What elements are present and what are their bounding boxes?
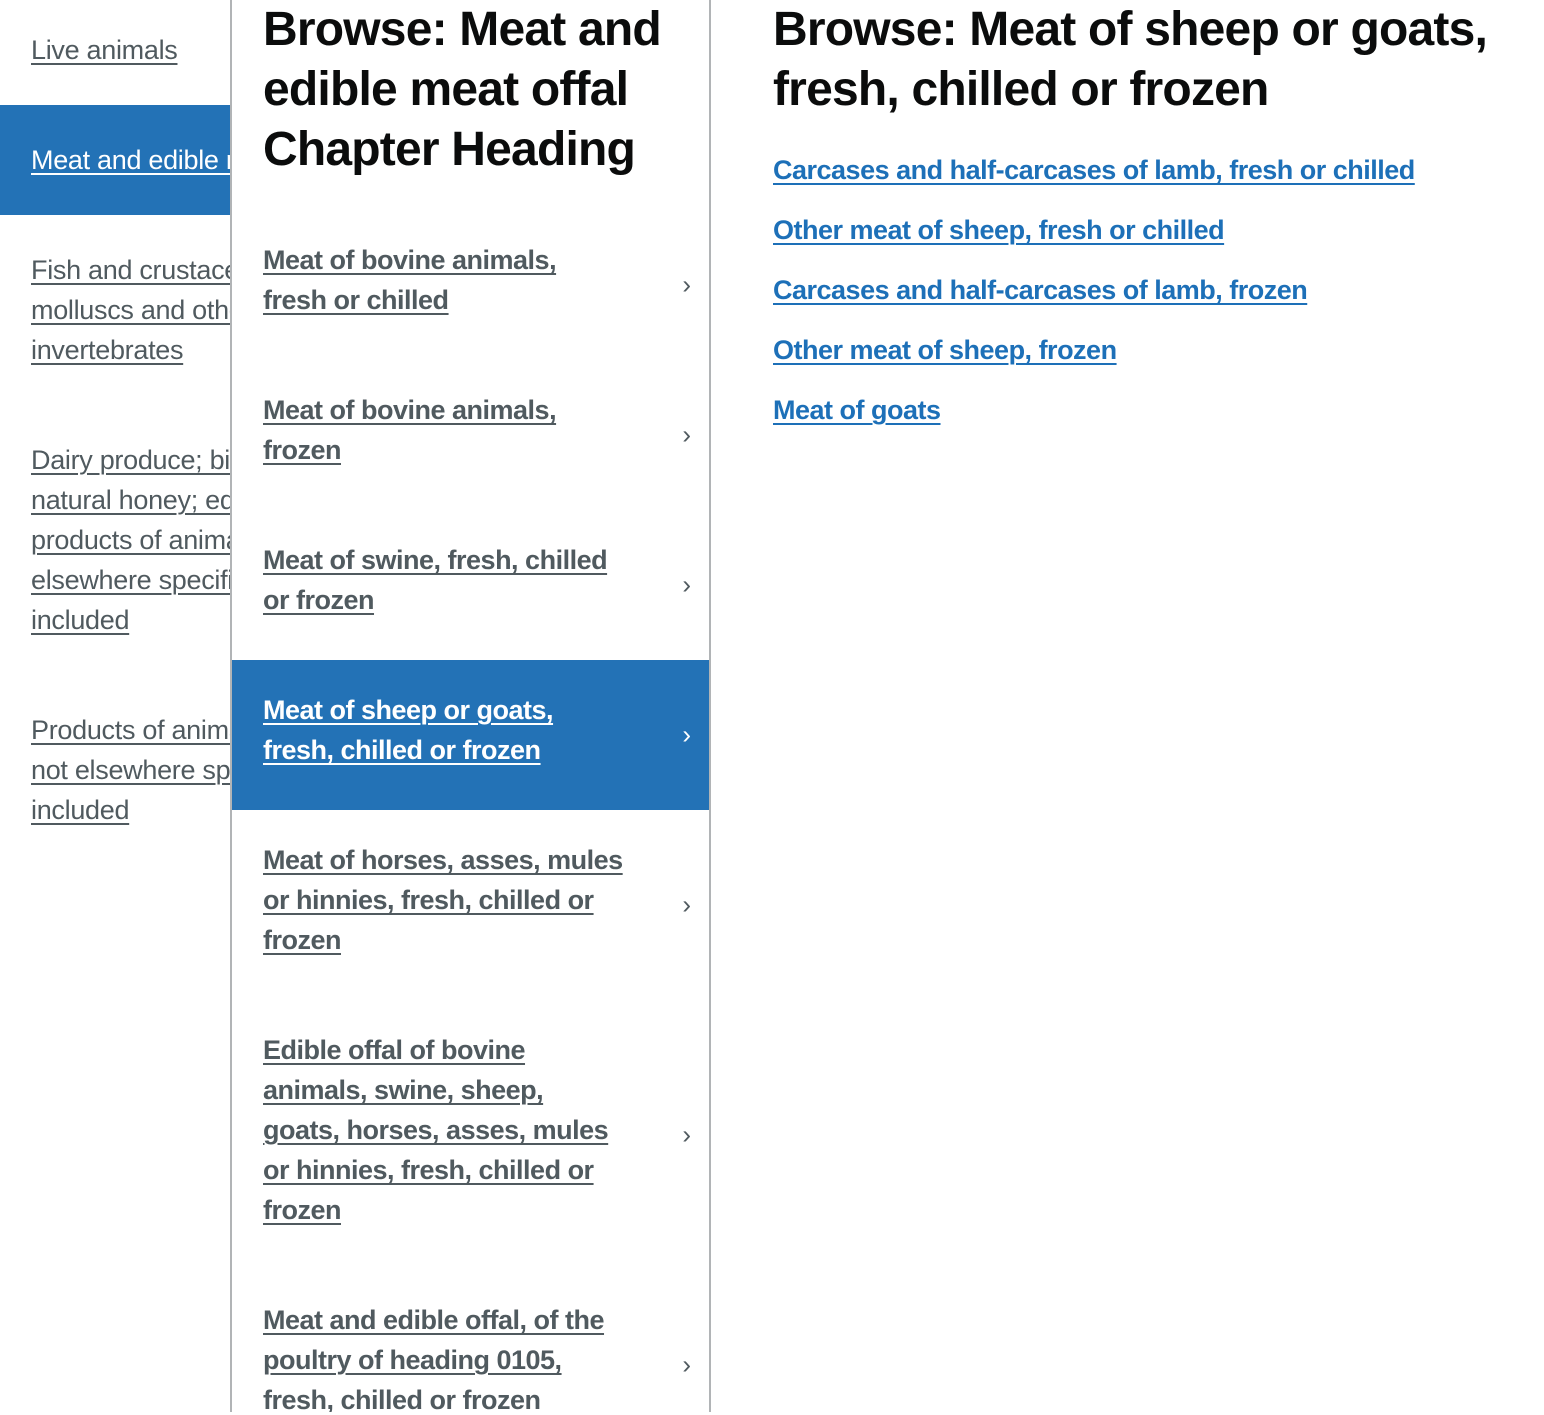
chevron-right-icon: ›: [682, 269, 691, 300]
chevron-right-icon: ›: [682, 1119, 691, 1150]
chapter-link-meat[interactable]: Meat and edible meat offal: [31, 140, 230, 180]
chapter-item[interactable]: Products of animal origin, not elsewhere…: [0, 675, 230, 865]
heading-item-active[interactable]: Meat of sheep or goats, fresh, chilled o…: [232, 660, 709, 810]
heading-item[interactable]: Meat and edible offal, of the poultry of…: [232, 1270, 709, 1412]
commodity-link[interactable]: Meat of goats: [773, 390, 1544, 430]
chevron-right-icon: ›: [682, 569, 691, 600]
chapter-item[interactable]: Live animals: [0, 0, 230, 105]
heading-item[interactable]: Edible offal of bovine animals, swine, s…: [232, 1000, 709, 1270]
heading-item[interactable]: Meat of swine, fresh, chilled or frozen ›: [232, 510, 709, 660]
heading-link[interactable]: Meat of bovine animals, fresh or chilled: [263, 240, 623, 320]
chapter-link-live-animals[interactable]: Live animals: [31, 30, 230, 70]
heading-link[interactable]: Meat of swine, fresh, chilled or frozen: [263, 540, 623, 620]
heading-item[interactable]: Meat of horses, asses, mules or hinnies,…: [232, 810, 709, 1000]
commodity-link[interactable]: Other meat of sheep, frozen: [773, 330, 1544, 370]
heading-nav: Browse: Meat and edible meat offal Chapt…: [230, 0, 711, 1412]
commodity-link[interactable]: Other meat of sheep, fresh or chilled: [773, 210, 1544, 250]
chevron-right-icon: ›: [682, 889, 691, 920]
chapter-item[interactable]: Dairy produce; birds' eggs; natural hone…: [0, 405, 230, 675]
commodity-link[interactable]: Carcases and half-carcases of lamb, fres…: [773, 150, 1544, 190]
chevron-right-icon: ›: [682, 719, 691, 750]
chapter-item-active[interactable]: Meat and edible meat offal: [0, 105, 230, 215]
chapter-link-fish[interactable]: Fish and crustaceans, molluscs and other…: [31, 250, 230, 370]
heading-link[interactable]: Meat of sheep or goats, fresh, chilled o…: [263, 690, 623, 770]
heading-item[interactable]: Meat of bovine animals, frozen ›: [232, 360, 709, 510]
heading-nav-title: Browse: Meat and edible meat offal Chapt…: [263, 3, 662, 176]
chapter-link-dairy[interactable]: Dairy produce; birds' eggs; natural hone…: [31, 440, 230, 640]
heading-link[interactable]: Meat of bovine animals, frozen: [263, 390, 623, 470]
heading-link[interactable]: Meat and edible offal, of the poultry of…: [263, 1300, 623, 1412]
heading-link[interactable]: Edible offal of bovine animals, swine, s…: [263, 1030, 623, 1230]
chapter-nav: Live animals Meat and edible meat offal …: [0, 0, 230, 1415]
heading-item[interactable]: Meat of bovine animals, fresh or chilled…: [232, 210, 709, 360]
chevron-right-icon: ›: [682, 1349, 691, 1380]
chapter-link-animal-products[interactable]: Products of animal origin, not elsewhere…: [31, 710, 230, 830]
commodity-link[interactable]: Carcases and half-carcases of lamb, froz…: [773, 270, 1544, 310]
chapter-item[interactable]: Fish and crustaceans, molluscs and other…: [0, 215, 230, 405]
chevron-right-icon: ›: [682, 419, 691, 450]
page-title: Browse: Meat of sheep or goats, fresh, c…: [773, 3, 1488, 116]
heading-link[interactable]: Meat of horses, asses, mules or hinnies,…: [263, 840, 623, 960]
subheading-panel: Browse: Meat of sheep or goats, fresh, c…: [773, 0, 1544, 450]
